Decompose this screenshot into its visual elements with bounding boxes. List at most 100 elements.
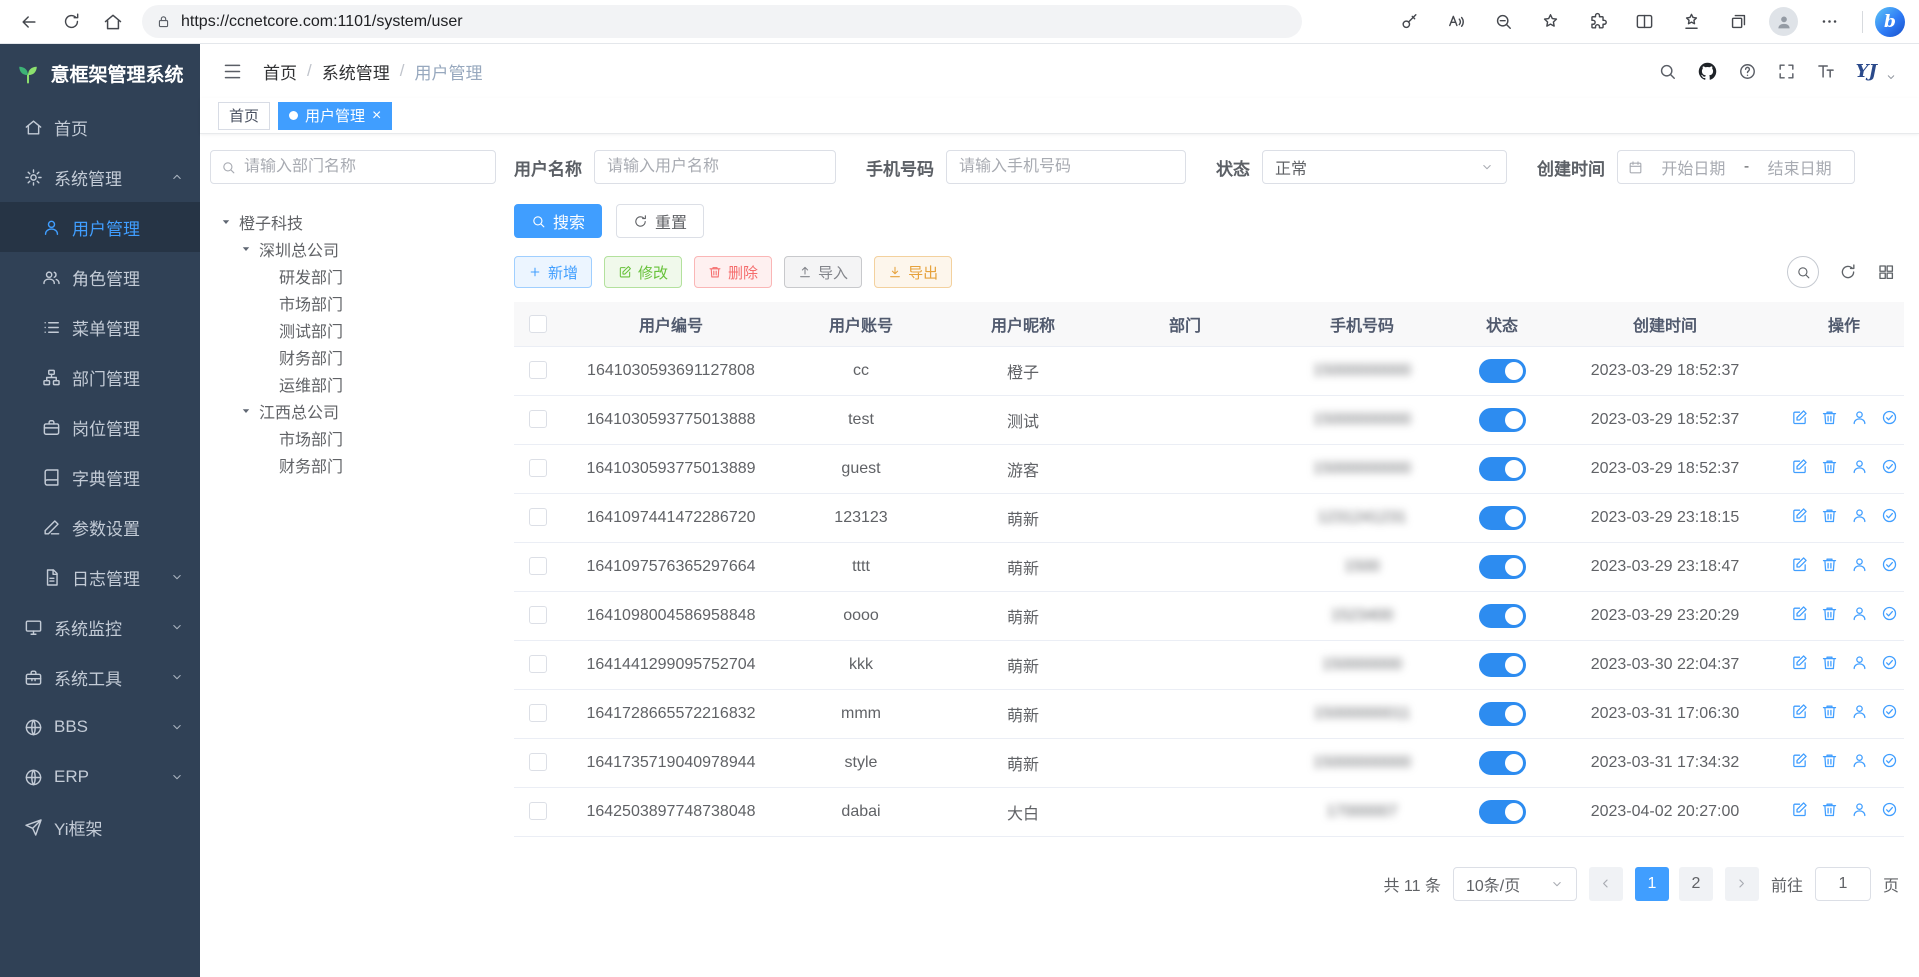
split-screen-icon[interactable] <box>1623 4 1665 40</box>
row-checkbox[interactable] <box>529 508 547 526</box>
status-toggle[interactable] <box>1479 359 1526 383</box>
edit-action-icon[interactable] <box>1791 703 1808 720</box>
reset-button[interactable]: 重置 <box>616 204 704 238</box>
delete-action-icon[interactable] <box>1821 703 1838 720</box>
date-range-picker[interactable]: 开始日期 - 结束日期 <box>1617 150 1855 184</box>
status-toggle[interactable] <box>1479 702 1526 726</box>
more-options-icon[interactable] <box>1808 4 1850 40</box>
edit-action-icon[interactable] <box>1791 409 1808 426</box>
user-action-icon[interactable] <box>1851 605 1868 622</box>
row-checkbox[interactable] <box>529 606 547 624</box>
status-toggle[interactable] <box>1479 751 1526 775</box>
edit-action-icon[interactable] <box>1791 752 1808 769</box>
caret-down-icon[interactable] <box>238 242 253 256</box>
sidebar-item-dict[interactable]: 字典管理 <box>0 452 200 502</box>
address-bar[interactable]: https://ccnetcore.com:1101/system/user <box>142 5 1302 38</box>
department-search-input[interactable] <box>244 158 485 176</box>
delete-action-icon[interactable] <box>1821 654 1838 671</box>
status-toggle[interactable] <box>1479 506 1526 530</box>
close-icon[interactable]: × <box>372 108 381 124</box>
delete-action-icon[interactable] <box>1821 458 1838 475</box>
page-button-2[interactable]: 2 <box>1679 867 1713 901</box>
user-action-icon[interactable] <box>1851 654 1868 671</box>
status-toggle[interactable] <box>1479 555 1526 579</box>
date-end-placeholder[interactable]: 结束日期 <box>1755 155 1844 179</box>
refresh-table-icon[interactable] <box>1839 263 1857 281</box>
tree-node[interactable]: 市场部门 <box>210 424 496 451</box>
edit-action-icon[interactable] <box>1791 458 1808 475</box>
delete-action-icon[interactable] <box>1821 801 1838 818</box>
goto-page-input[interactable] <box>1815 867 1871 901</box>
sidebar-item-role[interactable]: 角色管理 <box>0 252 200 302</box>
sidebar-item-yi[interactable]: Yi框架 <box>0 802 200 852</box>
select-all-checkbox[interactable] <box>529 315 547 333</box>
status-toggle[interactable] <box>1479 800 1526 824</box>
tree-node[interactable]: 研发部门 <box>210 262 496 289</box>
edit-action-icon[interactable] <box>1791 654 1808 671</box>
tree-node[interactable]: 橙子科技 <box>210 208 496 235</box>
search-button[interactable]: 搜索 <box>514 204 602 238</box>
sidebar-item-system[interactable]: 系统管理 <box>0 152 200 202</box>
tree-node[interactable]: 深圳总公司 <box>210 235 496 262</box>
delete-button[interactable]: 删除 <box>694 256 772 288</box>
caret-down-icon[interactable] <box>238 404 253 418</box>
user-avatar[interactable]: YJ <box>1856 55 1877 87</box>
row-checkbox[interactable] <box>529 361 547 379</box>
delete-action-icon[interactable] <box>1821 605 1838 622</box>
breadcrumb-item[interactable]: 首页 <box>263 59 297 84</box>
extensions-icon[interactable] <box>1576 4 1618 40</box>
export-button[interactable]: 导出 <box>874 256 952 288</box>
breadcrumb-item[interactable]: 系统管理 <box>322 59 390 84</box>
browser-profile-avatar[interactable] <box>1769 7 1798 36</box>
tab-home[interactable]: 首页 <box>218 102 270 130</box>
breadcrumb-item[interactable]: 用户管理 <box>414 59 482 84</box>
delete-action-icon[interactable] <box>1821 556 1838 573</box>
user-action-icon[interactable] <box>1851 409 1868 426</box>
sidebar-item-post[interactable]: 岗位管理 <box>0 402 200 452</box>
user-action-icon[interactable] <box>1851 801 1868 818</box>
user-action-icon[interactable] <box>1851 703 1868 720</box>
next-page-button[interactable] <box>1725 867 1759 901</box>
phone-input[interactable] <box>946 150 1186 184</box>
help-icon[interactable] <box>1738 62 1757 81</box>
user-action-icon[interactable] <box>1851 556 1868 573</box>
copilot-icon[interactable]: b <box>1875 7 1905 37</box>
refresh-icon[interactable] <box>52 4 90 40</box>
zoom-icon[interactable] <box>1482 4 1524 40</box>
sidebar-item-bbs[interactable]: BBS <box>0 702 200 752</box>
sidebar-item-tools[interactable]: 系统工具 <box>0 652 200 702</box>
approve-action-icon[interactable] <box>1881 654 1898 671</box>
status-toggle[interactable] <box>1479 604 1526 628</box>
user-action-icon[interactable] <box>1851 507 1868 524</box>
hamburger-icon[interactable] <box>222 61 243 82</box>
approve-action-icon[interactable] <box>1881 703 1898 720</box>
approve-action-icon[interactable] <box>1881 605 1898 622</box>
columns-grid-icon[interactable] <box>1877 263 1895 281</box>
approve-action-icon[interactable] <box>1881 752 1898 769</box>
approve-action-icon[interactable] <box>1881 556 1898 573</box>
search-toggle-icon[interactable] <box>1787 256 1819 288</box>
user-action-icon[interactable] <box>1851 752 1868 769</box>
sidebar-item-home[interactable]: 首页 <box>0 102 200 152</box>
collections-icon[interactable] <box>1717 4 1759 40</box>
user-action-icon[interactable] <box>1851 458 1868 475</box>
status-toggle[interactable] <box>1479 457 1526 481</box>
username-input[interactable] <box>594 150 836 184</box>
edit-action-icon[interactable] <box>1791 507 1808 524</box>
row-checkbox[interactable] <box>529 459 547 477</box>
page-button-1[interactable]: 1 <box>1635 867 1669 901</box>
sidebar-item-menu[interactable]: 菜单管理 <box>0 302 200 352</box>
approve-action-icon[interactable] <box>1881 801 1898 818</box>
tree-node[interactable]: 测试部门 <box>210 316 496 343</box>
sidebar-item-erp[interactable]: ERP <box>0 752 200 802</box>
font-size-icon[interactable] <box>1816 61 1836 81</box>
tab-user-management[interactable]: 用户管理× <box>278 102 392 130</box>
row-checkbox[interactable] <box>529 802 547 820</box>
favorites-bar-icon[interactable] <box>1670 4 1712 40</box>
sidebar-item-log[interactable]: 日志管理 <box>0 552 200 602</box>
status-select[interactable]: 正常 <box>1262 150 1507 184</box>
back-icon[interactable] <box>10 4 48 40</box>
sidebar-item-monitor[interactable]: 系统监控 <box>0 602 200 652</box>
home-icon[interactable] <box>94 4 132 40</box>
sidebar-item-param[interactable]: 参数设置 <box>0 502 200 552</box>
